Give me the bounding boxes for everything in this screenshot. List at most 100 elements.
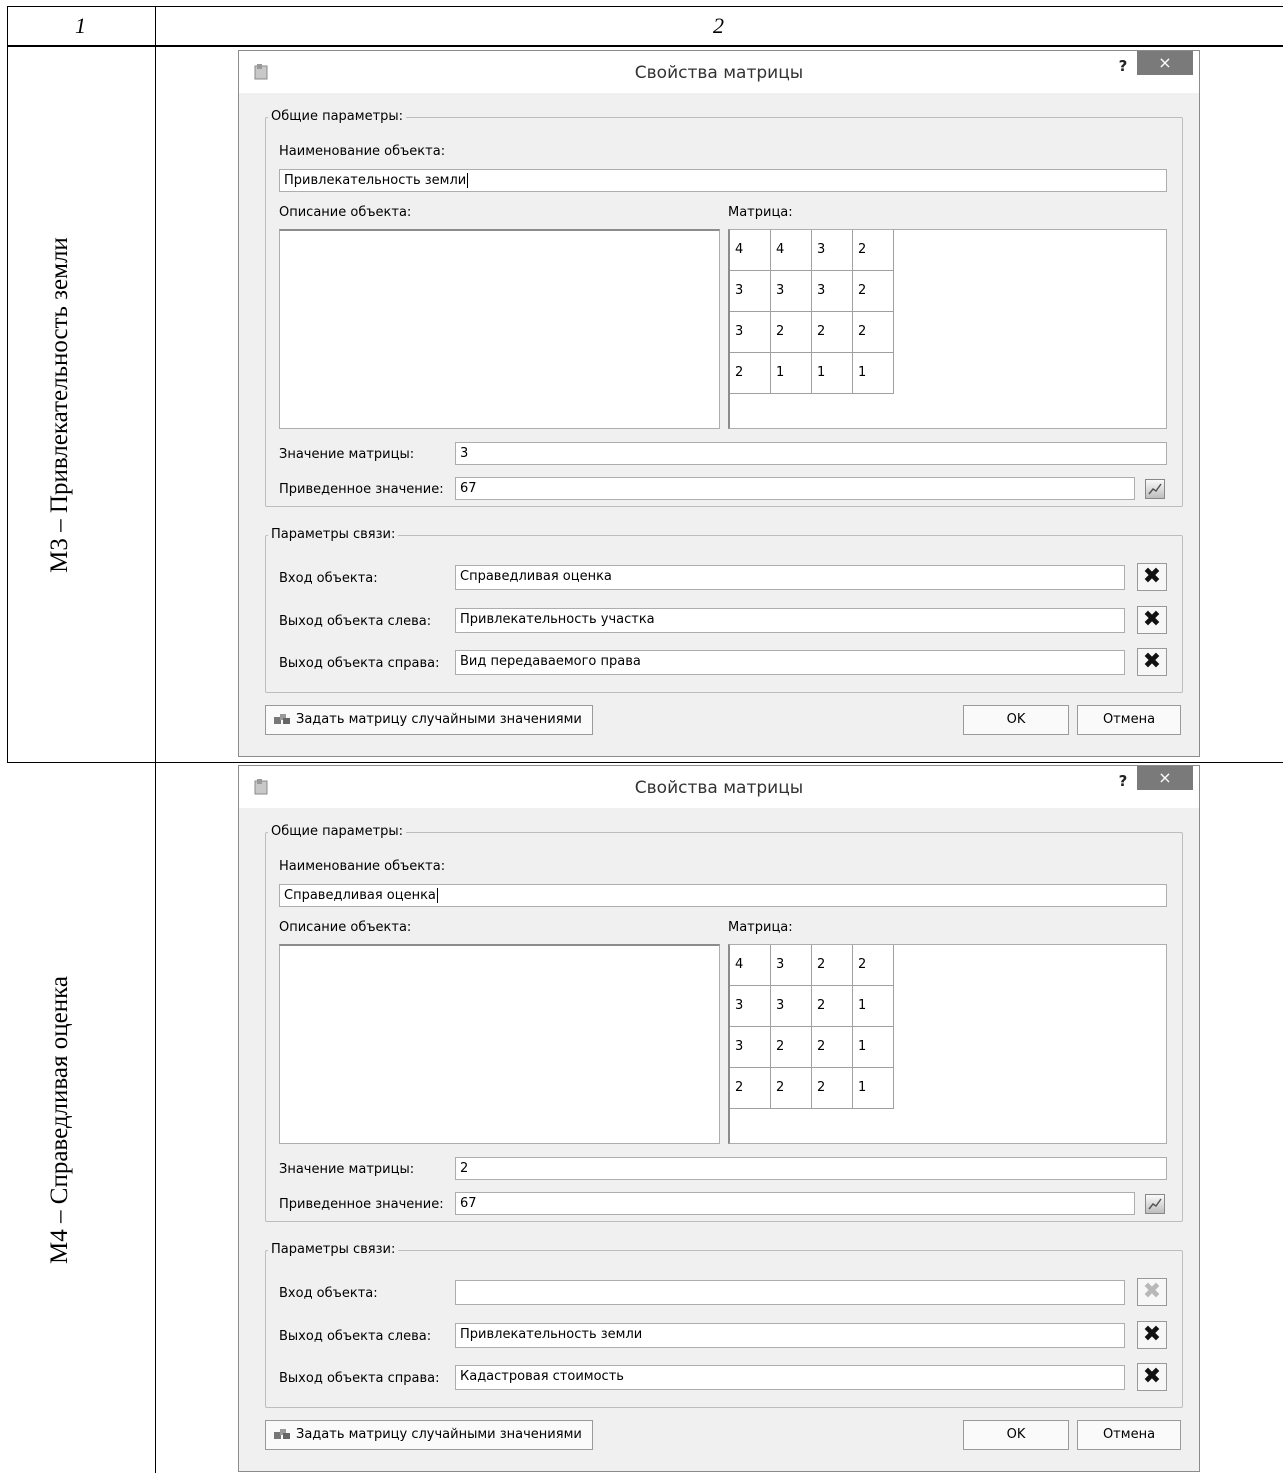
matrix-cell[interactable]: 3 bbox=[812, 230, 853, 271]
matrix-cell[interactable]: 2 bbox=[812, 986, 853, 1027]
matrix-cell[interactable]: 2 bbox=[812, 1027, 853, 1068]
ok-button[interactable]: OK bbox=[963, 1420, 1069, 1450]
random-fill-icon bbox=[274, 714, 290, 724]
dialog-title: Свойства матрицы bbox=[634, 63, 804, 83]
left-output-field[interactable]: Привлекательность земли bbox=[455, 1323, 1125, 1348]
object-description-label: Описание объекта: bbox=[279, 205, 412, 220]
matrix-cell[interactable]: 2 bbox=[730, 1068, 771, 1109]
close-button[interactable]: × bbox=[1137, 51, 1193, 75]
matrix-cell[interactable]: 4 bbox=[771, 230, 812, 271]
matrix-cell[interactable]: 2 bbox=[771, 1068, 812, 1109]
clear-right-output-button[interactable]: ✖ bbox=[1137, 648, 1167, 676]
text-caret bbox=[467, 173, 469, 188]
object-name-label: Наименование объекта: bbox=[279, 859, 446, 874]
reduced-value-label: Приведенное значение: bbox=[279, 1197, 444, 1212]
matrix-cell[interactable]: 3 bbox=[730, 1027, 771, 1068]
object-name-input[interactable]: Привлекательность земли bbox=[279, 169, 1167, 192]
chart-button[interactable] bbox=[1145, 1194, 1165, 1214]
matrix-cell[interactable]: 2 bbox=[812, 312, 853, 353]
object-input-field[interactable] bbox=[455, 1280, 1125, 1305]
matrix-table[interactable]: 4 3 2 2 3 3 2 1 3 2 2 1 2 2 2 1 bbox=[730, 945, 894, 1109]
clear-left-output-button[interactable]: ✖ bbox=[1137, 606, 1167, 634]
clear-x-icon: ✖ bbox=[1142, 607, 1162, 632]
left-output-label: Выход объекта слева: bbox=[279, 1329, 432, 1344]
matrix-cell[interactable]: 2 bbox=[771, 312, 812, 353]
matrix-cell[interactable]: 4 bbox=[730, 230, 771, 271]
chart-icon bbox=[1148, 1198, 1162, 1210]
right-output-field[interactable]: Кадастровая стоимость bbox=[455, 1365, 1125, 1390]
clear-input-button[interactable]: ✖ bbox=[1137, 563, 1167, 591]
clear-x-icon: ✖ bbox=[1142, 649, 1162, 674]
matrix-cell[interactable]: 3 bbox=[730, 986, 771, 1027]
matrix-cell[interactable]: 2 bbox=[853, 312, 894, 353]
link-params-legend: Параметры связи: bbox=[268, 1242, 399, 1257]
chart-icon bbox=[1148, 483, 1162, 495]
object-input-label: Вход объекта: bbox=[279, 571, 378, 586]
reduced-value-input[interactable]: 67 bbox=[455, 1192, 1135, 1215]
help-button[interactable]: ? bbox=[1113, 772, 1133, 790]
matrix-cell[interactable]: 3 bbox=[771, 945, 812, 986]
matrix-cell[interactable]: 2 bbox=[812, 945, 853, 986]
object-name-label: Наименование объекта: bbox=[279, 144, 446, 159]
matrix-properties-dialog: Свойства матрицы ? × Общие параметры: На… bbox=[238, 50, 1200, 757]
ok-button[interactable]: OK bbox=[963, 705, 1069, 735]
clear-x-icon: ✖ bbox=[1142, 1364, 1162, 1389]
matrix-cell[interactable]: 1 bbox=[771, 353, 812, 394]
random-matrix-button[interactable]: Задать матрицу случайными значениями bbox=[265, 705, 593, 735]
reduced-value-input[interactable]: 67 bbox=[455, 477, 1135, 500]
clear-x-icon: ✖ bbox=[1142, 1279, 1162, 1304]
object-description-textarea[interactable] bbox=[279, 944, 720, 1144]
matrix-cell[interactable]: 2 bbox=[812, 1068, 853, 1109]
object-name-input[interactable]: Справедливая оценка bbox=[279, 884, 1167, 907]
matrix-cell[interactable]: 3 bbox=[771, 986, 812, 1027]
object-input-label: Вход объекта: bbox=[279, 1286, 378, 1301]
matrix-cell[interactable]: 3 bbox=[771, 271, 812, 312]
left-output-field[interactable]: Привлекательность участка bbox=[455, 608, 1125, 633]
matrix-label: Матрица: bbox=[728, 920, 793, 935]
matrix-value-label: Значение матрицы: bbox=[279, 1162, 415, 1177]
object-description-textarea[interactable] bbox=[279, 229, 720, 429]
random-matrix-button[interactable]: Задать матрицу случайными значениями bbox=[265, 1420, 593, 1450]
matrix-cell[interactable]: 1 bbox=[853, 986, 894, 1027]
col2-header: 2 bbox=[713, 13, 724, 38]
matrix-cell[interactable]: 3 bbox=[730, 312, 771, 353]
table-border-top bbox=[7, 6, 1283, 7]
matrix-cell[interactable]: 1 bbox=[853, 1027, 894, 1068]
cancel-button[interactable]: Отмена bbox=[1077, 1420, 1181, 1450]
matrix-value-input[interactable]: 2 bbox=[455, 1157, 1167, 1180]
help-button[interactable]: ? bbox=[1113, 57, 1133, 75]
close-button[interactable]: × bbox=[1137, 766, 1193, 790]
link-params-legend: Параметры связи: bbox=[268, 527, 399, 542]
matrix-cell[interactable]: 2 bbox=[853, 271, 894, 312]
table-col-divider bbox=[155, 6, 156, 1473]
clear-right-output-button[interactable]: ✖ bbox=[1137, 1363, 1167, 1391]
matrix-cell[interactable]: 2 bbox=[853, 230, 894, 271]
clear-input-button[interactable]: ✖ bbox=[1137, 1278, 1167, 1306]
object-input-field[interactable]: Справедливая оценка bbox=[455, 565, 1125, 590]
matrix-grid-area[interactable]: 4 3 2 2 3 3 2 1 3 2 2 1 2 2 2 1 bbox=[728, 944, 1167, 1144]
matrix-cell[interactable]: 1 bbox=[812, 353, 853, 394]
matrix-cell[interactable]: 1 bbox=[853, 1068, 894, 1109]
clear-left-output-button[interactable]: ✖ bbox=[1137, 1321, 1167, 1349]
matrix-cell[interactable]: 1 bbox=[853, 353, 894, 394]
dialog-title: Свойства матрицы bbox=[634, 778, 804, 798]
matrix-grid-area[interactable]: 4 4 3 2 3 3 3 2 3 2 2 2 2 1 1 1 bbox=[728, 229, 1167, 429]
cancel-button[interactable]: Отмена bbox=[1077, 705, 1181, 735]
table-border-left bbox=[7, 6, 8, 763]
matrix-cell[interactable]: 2 bbox=[730, 353, 771, 394]
matrix-value-input[interactable]: 3 bbox=[455, 442, 1167, 465]
matrix-cell[interactable]: 2 bbox=[771, 1027, 812, 1068]
title-bar: Свойства матрицы ? × bbox=[239, 51, 1199, 93]
matrix-table[interactable]: 4 4 3 2 3 3 3 2 3 2 2 2 2 1 1 1 bbox=[730, 230, 894, 394]
matrix-cell[interactable]: 4 bbox=[730, 945, 771, 986]
object-description-label: Описание объекта: bbox=[279, 920, 412, 935]
matrix-cell[interactable]: 2 bbox=[853, 945, 894, 986]
table-row-divider bbox=[7, 762, 1283, 763]
random-fill-icon bbox=[274, 1429, 290, 1439]
matrix-cell[interactable]: 3 bbox=[812, 271, 853, 312]
chart-button[interactable] bbox=[1145, 479, 1165, 499]
clear-x-icon: ✖ bbox=[1142, 564, 1162, 589]
matrix-cell[interactable]: 3 bbox=[730, 271, 771, 312]
matrix-properties-dialog: Свойства матрицы ? × Общие параметры: На… bbox=[238, 765, 1200, 1472]
right-output-field[interactable]: Вид передаваемого права bbox=[455, 650, 1125, 675]
